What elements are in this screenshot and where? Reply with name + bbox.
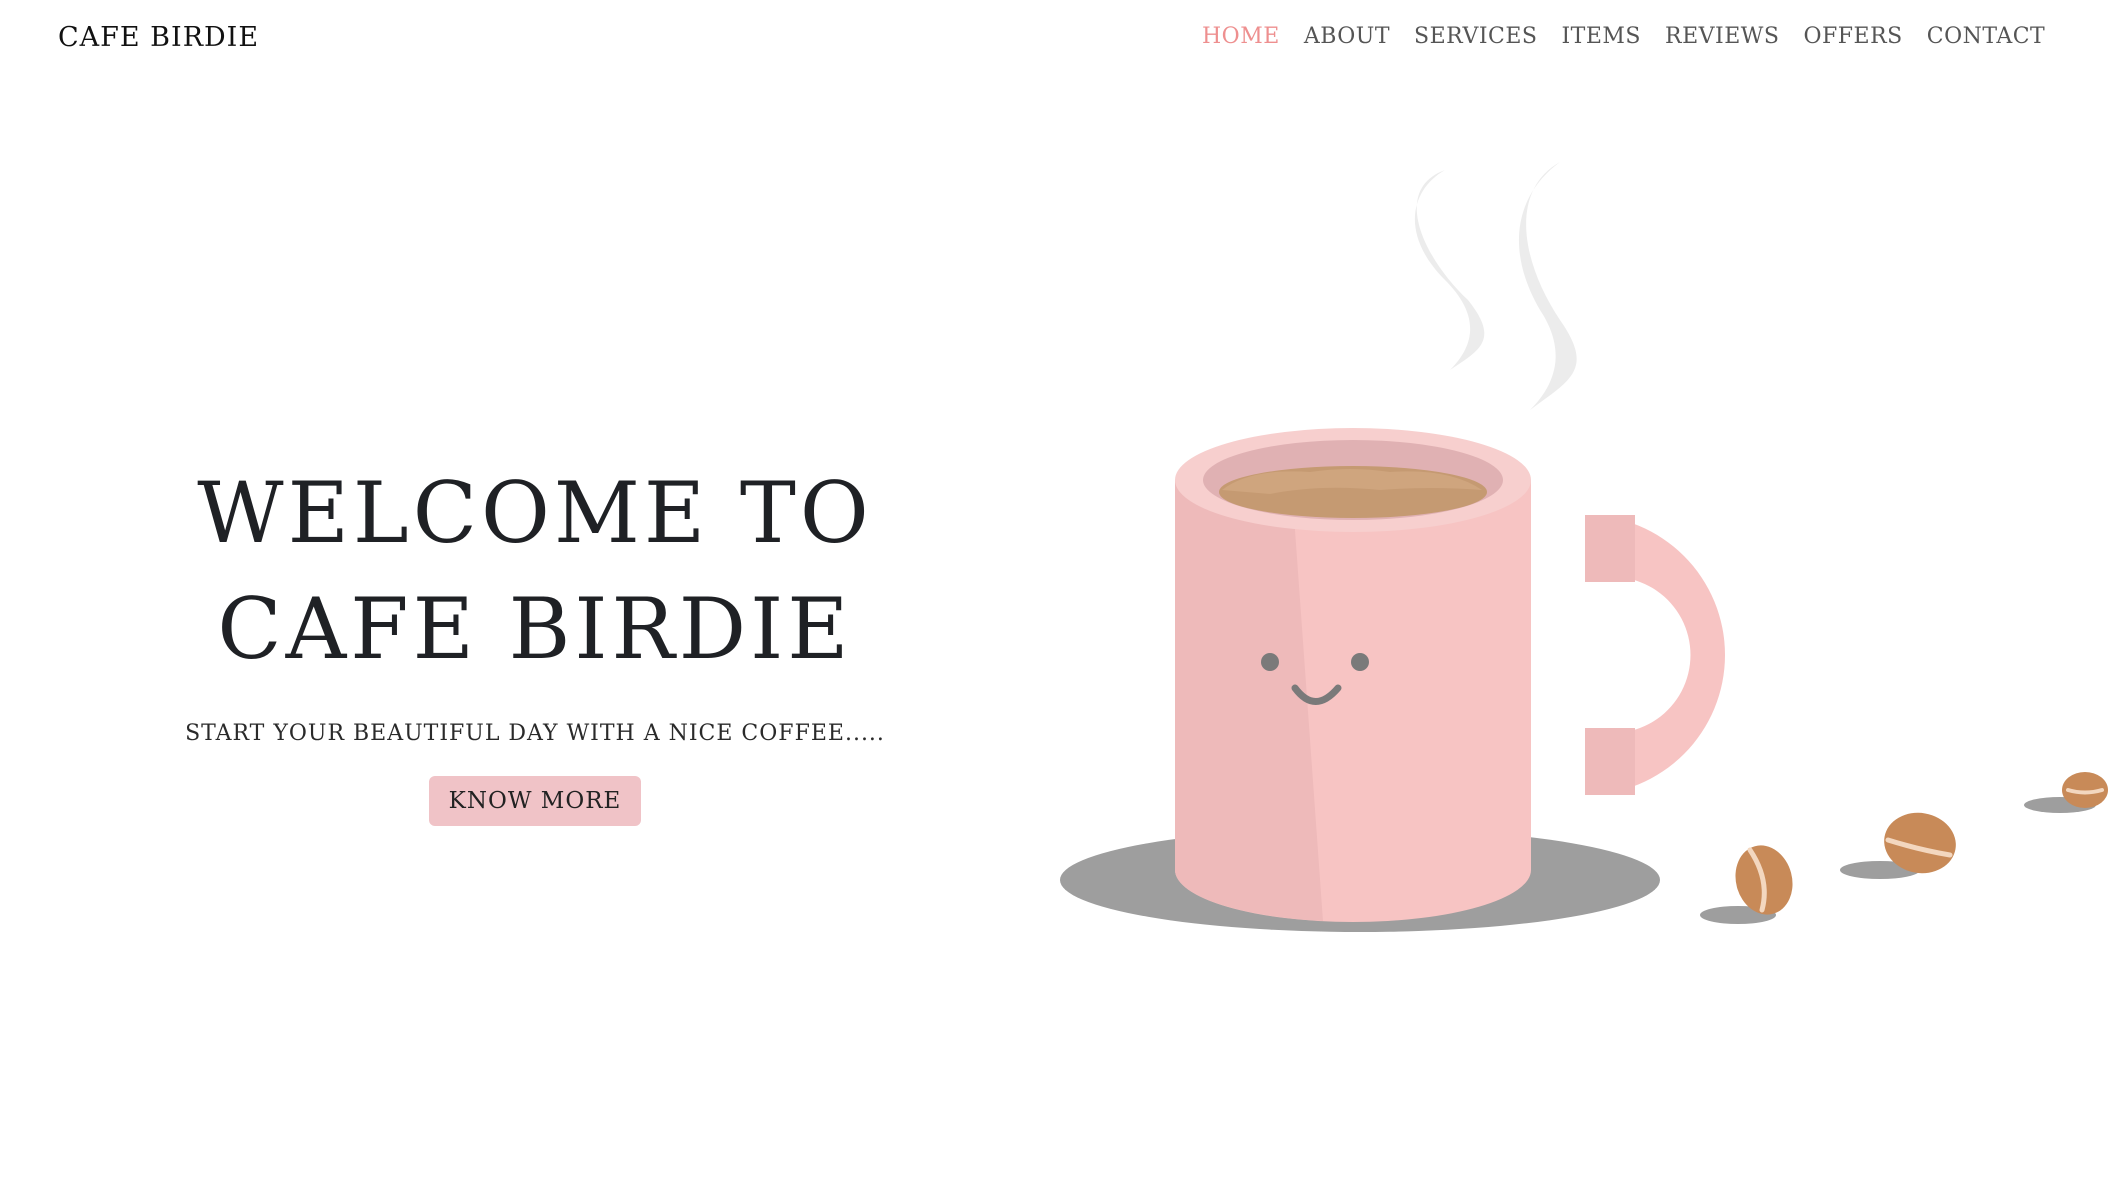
hero-title-line2: CAFE BIRDIE: [217, 580, 853, 678]
mug-eye-right: [1351, 653, 1369, 671]
nav-services[interactable]: SERVICES: [1414, 24, 1537, 49]
hero-subtitle: START YOUR BEAUTIFUL DAY WITH A NICE COF…: [185, 721, 885, 746]
hero-section: WELCOME TO CAFE BIRDIE START YOUR BEAUTI…: [150, 455, 920, 826]
page: CAFE BIRDIE HOME ABOUT SERVICES ITEMS RE…: [0, 0, 2122, 1185]
nav-offers[interactable]: OFFERS: [1803, 24, 1902, 49]
know-more-button[interactable]: KNOW MORE: [428, 776, 642, 826]
steam-right-icon: [1518, 162, 1577, 410]
nav-items[interactable]: ITEMS: [1561, 24, 1641, 49]
hero-title: WELCOME TO CAFE BIRDIE: [150, 455, 920, 687]
steam-left-icon: [1414, 170, 1485, 370]
hero-title-line1: WELCOME TO: [197, 464, 873, 562]
nav-about[interactable]: ABOUT: [1304, 24, 1390, 49]
nav-home[interactable]: HOME: [1202, 24, 1280, 49]
coffee-mug-illustration: [1060, 162, 2108, 932]
nav-contact[interactable]: CONTACT: [1927, 24, 2045, 49]
mug-handle-shade: [1585, 515, 1635, 795]
brand-logo[interactable]: CAFE BIRDIE: [58, 22, 259, 53]
handle-highlight: [1751, 531, 1779, 556]
nav-reviews[interactable]: REVIEWS: [1665, 24, 1779, 49]
main-nav: HOME ABOUT SERVICES ITEMS REVIEWS OFFERS…: [1202, 24, 2069, 49]
mug-eye-left: [1261, 653, 1279, 671]
